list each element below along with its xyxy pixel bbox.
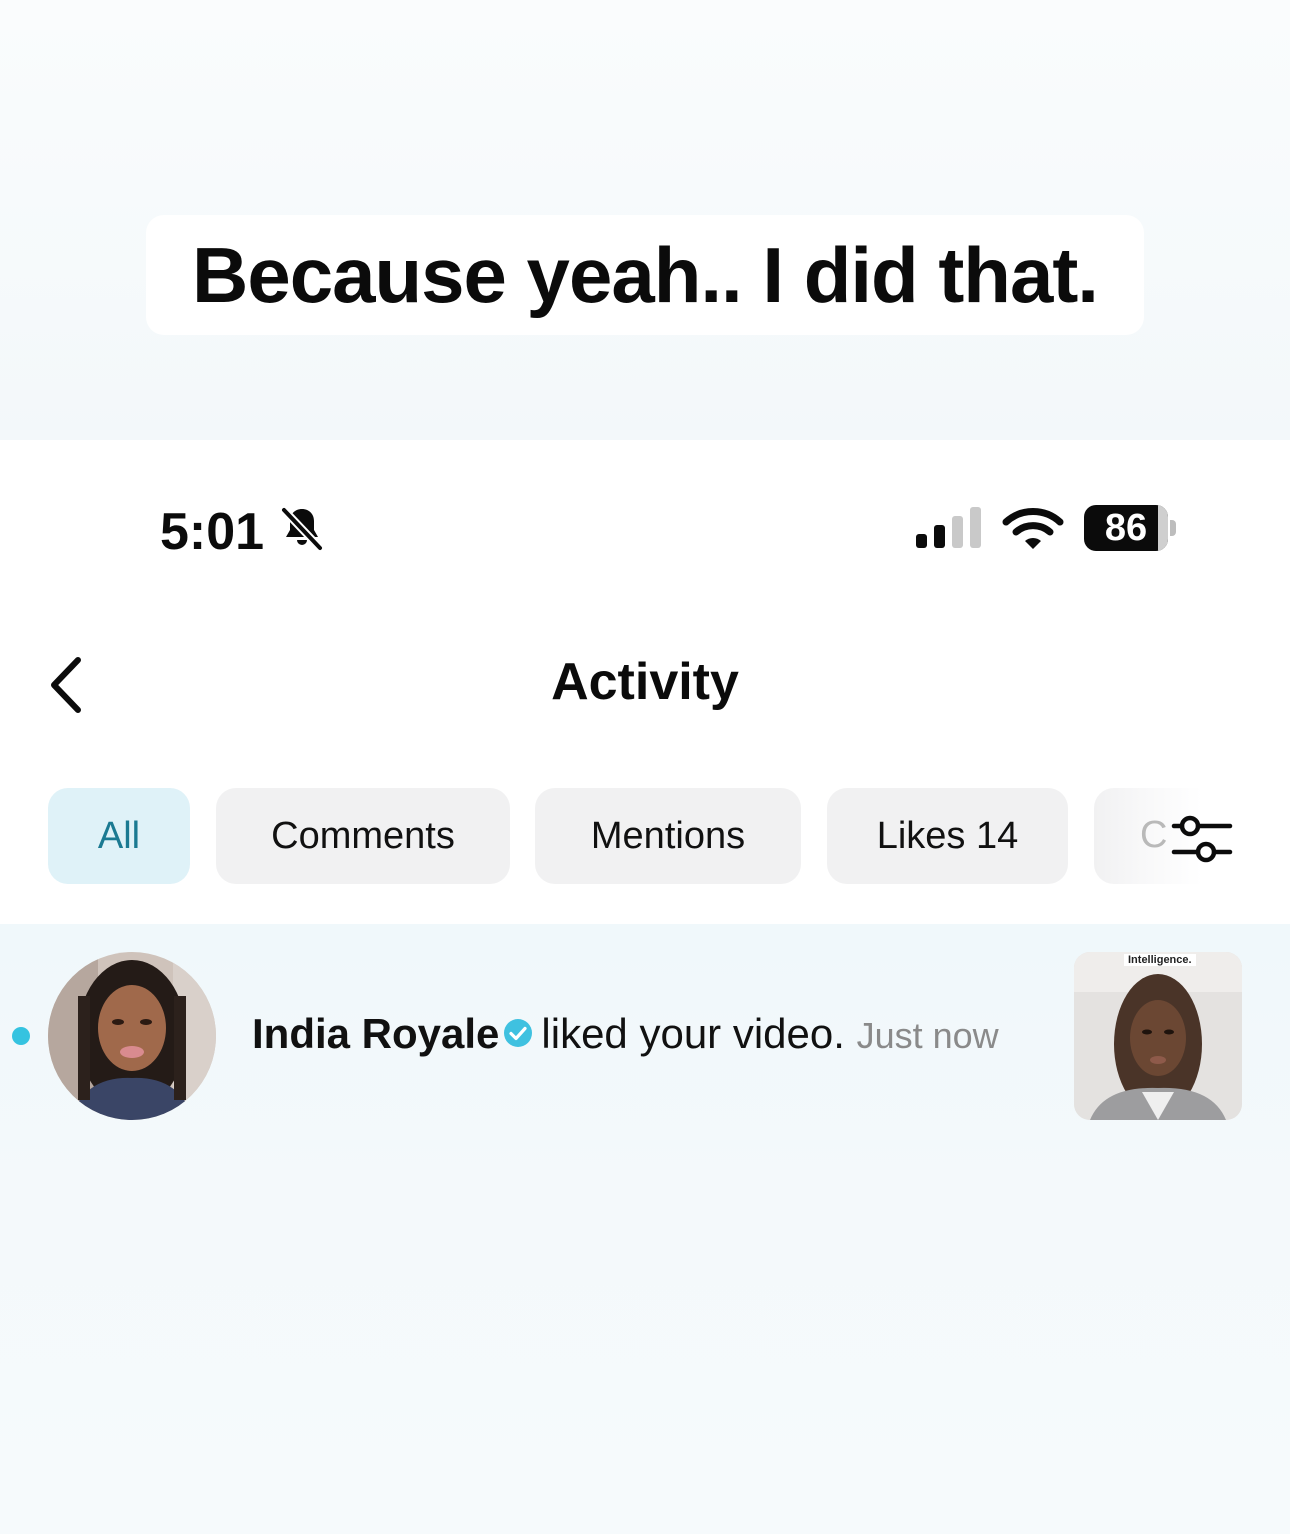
thumbnail-image [1074, 952, 1242, 1120]
back-button[interactable] [40, 650, 100, 720]
tab-all[interactable]: All [48, 788, 190, 884]
avatar[interactable] [48, 952, 216, 1120]
cellular-signal-icon [916, 507, 981, 548]
caption-overlay: Because yeah.. I did that. [146, 215, 1144, 335]
notification-list: India Royale liked your video. Just now … [0, 924, 1290, 1534]
tab-comments[interactable]: Comments [216, 788, 510, 884]
tab-likes[interactable]: Likes 14 [827, 788, 1068, 884]
video-thumbnail[interactable]: Intelligence. [1074, 952, 1242, 1120]
avatar-photo [48, 952, 216, 1120]
unread-dot [12, 1027, 30, 1045]
filter-button[interactable] [1168, 808, 1236, 870]
wifi-icon [1002, 508, 1064, 549]
caption-text: Because yeah.. I did that. [192, 230, 1099, 319]
notification-username[interactable]: India Royale [252, 1010, 499, 1057]
tab-overflow-label: C [1140, 814, 1168, 856]
notification-action: liked your video. [541, 1010, 845, 1057]
status-time: 5:01 [160, 503, 265, 561]
battery-nub [1170, 520, 1176, 536]
page-title: Activity [551, 653, 739, 711]
tab-mentions[interactable]: Mentions [535, 788, 801, 884]
battery-indicator: 86 [1084, 505, 1168, 551]
notification-text: India Royale liked your video. Just now [252, 1010, 999, 1058]
sliders-icon [1171, 815, 1233, 863]
video-caption-area: Because yeah.. I did that. [0, 0, 1290, 440]
verified-badge-icon [504, 1019, 533, 1047]
notification-time: Just now [856, 1015, 999, 1056]
battery-level: 86 [1104, 506, 1148, 549]
chevron-left-icon [51, 657, 81, 713]
thumbnail-caption: Intelligence. [1124, 954, 1196, 966]
bell-slash-icon [280, 506, 324, 552]
